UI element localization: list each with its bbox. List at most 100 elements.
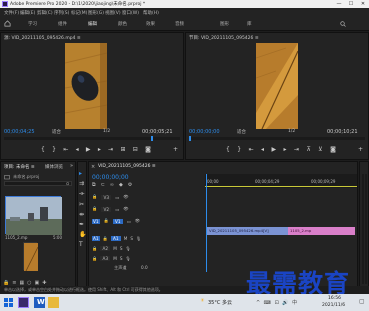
source-monitor-title[interactable]: 源: VID_20211105_095426.mp4 ≡ bbox=[4, 35, 81, 41]
panel-more-icon[interactable]: » bbox=[70, 163, 73, 169]
track-label-v1[interactable]: V1 bbox=[112, 218, 123, 224]
workspace-audio[interactable]: 音频 bbox=[175, 21, 184, 27]
lock-track-icon[interactable]: 🔒 bbox=[92, 206, 97, 212]
snap-icon[interactable]: ⊂ bbox=[101, 182, 105, 188]
selection-tool-icon[interactable]: ▸ bbox=[79, 170, 86, 177]
toggle-output-icon[interactable]: 👁 bbox=[135, 218, 140, 224]
voiceover-icon[interactable]: 🎙 bbox=[126, 256, 131, 262]
file-explorer-taskbar-icon[interactable] bbox=[48, 297, 59, 308]
premiere-taskbar-icon[interactable] bbox=[18, 297, 29, 308]
mark-out-icon[interactable]: } bbox=[52, 146, 56, 153]
work-area-bar[interactable] bbox=[205, 186, 357, 187]
lock-track-icon[interactable]: 🔒 bbox=[92, 256, 97, 262]
track-select-tool-icon[interactable]: ⇉ bbox=[79, 180, 86, 187]
tray-icons[interactable]: ^ ⌨ ⊡ 🔊 中 bbox=[256, 299, 298, 306]
slip-tool-icon[interactable]: ⇹ bbox=[79, 211, 86, 218]
menu-edit[interactable]: 编辑(E) bbox=[20, 10, 35, 16]
program-add-button-icon[interactable]: + bbox=[358, 146, 363, 153]
timeline-clip-pink[interactable]: 1105_2.mp bbox=[288, 227, 355, 235]
source-patch-a1[interactable]: A1 bbox=[92, 236, 100, 241]
sync-lock-icon[interactable]: ▭ bbox=[127, 219, 131, 224]
source-add-button-icon[interactable]: + bbox=[173, 146, 178, 153]
source-patch-v1[interactable]: V1 bbox=[92, 218, 100, 224]
track-label-v2[interactable]: V2 bbox=[101, 206, 112, 212]
master-track-value[interactable]: 0.0 bbox=[141, 265, 148, 270]
clip-thumbnail-vertical[interactable] bbox=[23, 242, 39, 272]
mute-icon[interactable]: M bbox=[113, 256, 117, 261]
extract-icon[interactable]: ⊻ bbox=[318, 146, 322, 153]
lock-track-icon[interactable]: 🔒 bbox=[104, 218, 109, 224]
toggle-output-icon[interactable]: 👁 bbox=[123, 206, 128, 212]
menu-file[interactable]: 文件(F) bbox=[4, 10, 19, 16]
program-fit-dropdown[interactable]: 适合 bbox=[237, 129, 246, 135]
program-step-back-icon[interactable]: ◂ bbox=[261, 146, 264, 153]
menu-clip[interactable]: 剪辑(C) bbox=[37, 10, 53, 16]
workspace-editing[interactable]: 编辑 bbox=[88, 21, 97, 27]
program-mark-in-icon[interactable]: { bbox=[226, 146, 230, 153]
close-button[interactable]: ✕ bbox=[357, 0, 369, 8]
menu-graphics[interactable]: 图形(G) bbox=[88, 10, 104, 16]
solo-icon[interactable]: S bbox=[120, 256, 123, 261]
timeline-close-tab-icon[interactable]: × bbox=[91, 164, 95, 170]
menu-help[interactable]: 帮助(H) bbox=[143, 10, 159, 16]
sync-lock-icon[interactable]: ▭ bbox=[115, 195, 119, 200]
project-search-input[interactable] bbox=[4, 181, 72, 186]
workspace-learn[interactable]: 学习 bbox=[28, 21, 37, 27]
notification-icon[interactable]: ▢ bbox=[359, 298, 365, 305]
workspace-libraries[interactable]: 库 bbox=[247, 21, 252, 27]
menu-sequence[interactable]: 序列(S) bbox=[54, 10, 69, 16]
program-go-to-out-icon[interactable]: ⇥ bbox=[294, 146, 299, 153]
sync-lock-icon[interactable]: ▭ bbox=[115, 207, 119, 212]
minimize-button[interactable]: — bbox=[333, 0, 345, 8]
voiceover-icon[interactable]: 🎙 bbox=[136, 236, 141, 242]
mark-in-icon[interactable]: { bbox=[41, 146, 45, 153]
taskbar-time[interactable]: 16:56 bbox=[328, 296, 341, 301]
linked-selection-icon[interactable]: ∞ bbox=[110, 182, 114, 188]
ripple-edit-tool-icon[interactable]: ⟛ bbox=[79, 190, 86, 198]
lock-track-icon[interactable]: 🔒 bbox=[103, 236, 108, 242]
program-export-frame-icon[interactable]: ◙ bbox=[330, 146, 336, 153]
solo-icon[interactable]: S bbox=[130, 236, 133, 241]
add-marker-icon[interactable]: ◆ bbox=[119, 182, 123, 188]
workspace-color[interactable]: 颜色 bbox=[118, 21, 127, 27]
program-go-to-in-icon[interactable]: ⇤ bbox=[249, 146, 254, 153]
program-time-ruler[interactable] bbox=[189, 136, 365, 141]
timeline-timecode[interactable]: 00;00;00;00 bbox=[92, 174, 129, 181]
solo-icon[interactable]: S bbox=[120, 246, 123, 251]
program-play-icon[interactable]: ▶ bbox=[271, 146, 276, 153]
program-mark-out-icon[interactable]: } bbox=[237, 146, 241, 153]
hand-tool-icon[interactable]: ✋ bbox=[79, 231, 86, 238]
windows-start-icon[interactable] bbox=[4, 298, 13, 307]
type-tool-icon[interactable]: T bbox=[79, 241, 86, 248]
pen-tool-icon[interactable]: ✒ bbox=[79, 221, 86, 228]
workspace-graphics[interactable]: 图形 bbox=[220, 21, 229, 27]
program-playhead[interactable] bbox=[189, 136, 191, 141]
source-timecode-current[interactable]: 00;00;04;25 bbox=[4, 129, 35, 135]
timeline-sequence-tab[interactable]: VID_20211105_095426 ≡ bbox=[98, 164, 156, 169]
project-tab[interactable]: 项目: 未命名 ≡ bbox=[4, 164, 35, 170]
track-label-v3[interactable]: V3 bbox=[101, 194, 112, 200]
timeline-playhead[interactable] bbox=[206, 174, 207, 272]
toggle-output-icon[interactable]: 👁 bbox=[123, 194, 128, 200]
taskbar-date[interactable]: 2021/11/6 bbox=[322, 303, 345, 308]
source-time-ruler[interactable] bbox=[4, 136, 180, 141]
workspace-effects[interactable]: 效果 bbox=[146, 21, 155, 27]
menu-view[interactable]: 视图(V) bbox=[105, 10, 121, 16]
track-label-a1[interactable]: A1 bbox=[110, 236, 121, 241]
timeline-time-ruler[interactable]: 00;00 00;00;04;29 00;00;09;29 bbox=[205, 174, 357, 188]
mute-icon[interactable]: M bbox=[124, 236, 128, 241]
weather-temperature[interactable]: 35°C 多云 bbox=[208, 299, 232, 306]
lock-track-icon[interactable]: 🔒 bbox=[92, 246, 97, 252]
insert-icon[interactable]: ⊞ bbox=[120, 146, 125, 153]
word-taskbar-icon[interactable]: W bbox=[34, 297, 45, 308]
voiceover-icon[interactable]: 🎙 bbox=[126, 246, 131, 252]
program-monitor-title[interactable]: 节目: VID_20211105_095426 ≡ bbox=[189, 35, 259, 41]
workspace-assembly[interactable]: 组件 bbox=[58, 21, 67, 27]
program-resolution-dropdown[interactable]: 1/2 bbox=[288, 129, 295, 134]
lift-icon[interactable]: ⊼ bbox=[306, 146, 310, 153]
menu-window[interactable]: 窗口(W) bbox=[122, 10, 139, 16]
go-to-out-icon[interactable]: ⇥ bbox=[108, 146, 113, 153]
mute-icon[interactable]: M bbox=[113, 246, 117, 251]
source-resolution-dropdown[interactable]: 1/2 bbox=[103, 129, 110, 134]
track-label-a2[interactable]: A2 bbox=[100, 246, 111, 251]
